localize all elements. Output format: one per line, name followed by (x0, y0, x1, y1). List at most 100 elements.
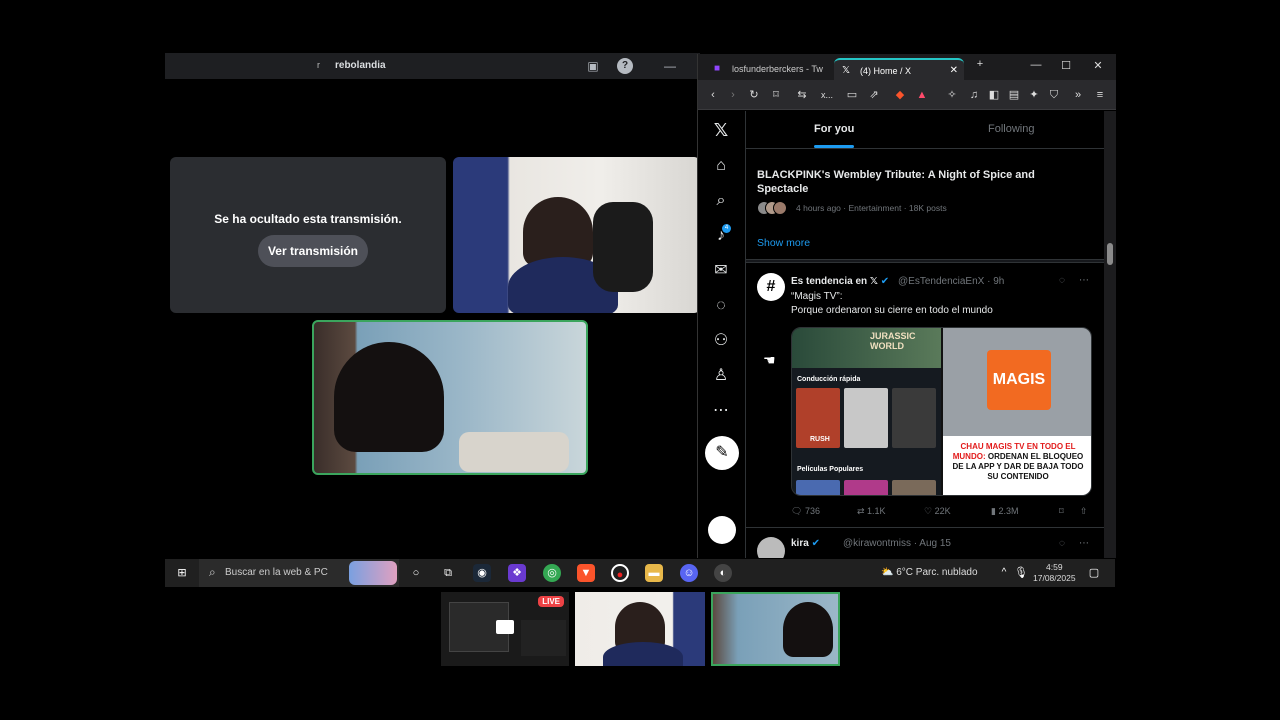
watch-stream-button[interactable]: Ver transmisión (258, 235, 368, 267)
bookmark-icon[interactable]: ⌑ (768, 87, 784, 103)
chrome-icon[interactable]: ◎ (543, 564, 561, 582)
show-more-link[interactable]: Show more (757, 237, 810, 249)
discord-icon[interactable]: ☺ (680, 564, 698, 582)
screen-share-icon[interactable]: ▣ (585, 58, 601, 74)
bookmark-tweet-icon[interactable]: ⌑ (1059, 506, 1064, 517)
post-button[interactable]: ✎ (705, 436, 739, 470)
verified-badge-icon: ✔ (880, 276, 890, 287)
communities-icon[interactable]: ⚇ (710, 330, 732, 352)
site-settings-icon[interactable]: ⇆ (794, 87, 810, 103)
tweet-author-name[interactable]: kira ✔ (791, 538, 820, 549)
file-explorer-icon[interactable]: ▬ (645, 564, 663, 582)
close-tab-icon[interactable]: ✕ (950, 60, 958, 80)
tweet-author-handle[interactable]: @kirawontmiss · Aug 15 (843, 538, 951, 549)
forward-icon[interactable]: › (725, 87, 741, 103)
back-icon[interactable]: ‹ (705, 87, 721, 103)
views-button[interactable]: ▮ 2.3M (991, 506, 1018, 517)
grok-explain-icon[interactable]: ◌ (1059, 538, 1065, 549)
movie-poster (844, 388, 888, 448)
windows-start-icon[interactable]: ⊞ (173, 564, 191, 582)
x-logo-icon[interactable]: 𝕏 (710, 119, 732, 141)
feed-tabs: For you Following (746, 111, 1104, 149)
account-avatar[interactable] (708, 516, 736, 544)
profile-icon[interactable]: ♙ (710, 365, 732, 387)
thumbnail-camera-user2[interactable] (711, 592, 840, 666)
like-count: 22K (934, 506, 951, 516)
obs-studio-icon[interactable]: ◐ (714, 564, 732, 582)
weather-widget[interactable]: ⛅ 6°C Parc. nublado (881, 567, 978, 578)
mouse-cursor-icon: ☚ (763, 352, 776, 368)
sidebar-icon[interactable]: ◧ (986, 87, 1002, 103)
help-icon[interactable]: ? (617, 58, 633, 74)
scrollbar-thumb[interactable] (1107, 243, 1113, 265)
vpn-icon[interactable]: ⛉ (1046, 87, 1062, 103)
author-name-text: Es tendencia en 𝕏 (791, 276, 878, 287)
grok-icon[interactable]: ◌ (710, 295, 732, 317)
tab-following[interactable]: Following (988, 123, 1034, 135)
extensions-icon[interactable]: ✧ (944, 87, 960, 103)
share-icon[interactable]: ⇗ (866, 87, 882, 103)
maximize-icon[interactable]: ☐ (1056, 59, 1076, 75)
movie-poster (844, 480, 888, 495)
task-view-icon[interactable]: ⧉ (439, 564, 457, 582)
more-tools-icon[interactable]: » (1070, 87, 1086, 103)
messages-icon[interactable]: ✉ (710, 260, 732, 282)
tab-for-you[interactable]: For you (814, 123, 854, 135)
tweet-author-avatar[interactable]: # (757, 273, 785, 301)
hidden-stream-tile: Se ha ocultado esta transmisión. Ver tra… (170, 157, 446, 313)
tweet-author-avatar[interactable] (757, 537, 785, 558)
brave-shields-icon[interactable]: ◆ (892, 87, 908, 103)
reply-count: 736 (804, 506, 820, 516)
bed-clothes (459, 432, 569, 472)
media-image-magis-news[interactable]: MAGIS CHAU MAGIS TV EN TODO EL MUNDO: OR… (943, 328, 1091, 495)
brave-icon[interactable]: ▼ (577, 564, 595, 582)
leo-ai-icon[interactable]: ✦ (1026, 87, 1042, 103)
search-icon: ⌕ (209, 565, 216, 579)
trend-title[interactable]: BLACKPINK's Wembley Tribute: A Night of … (757, 168, 1067, 196)
close-window-icon[interactable]: ✕ (1088, 59, 1108, 75)
movie-poster (892, 388, 936, 448)
fullscreen-icon[interactable] (496, 620, 514, 634)
repost-button[interactable]: ⇄ 1.1K (857, 506, 886, 517)
taskbar-search[interactable]: ⌕ Buscar en la web & PC (199, 559, 399, 587)
steam-icon[interactable]: ◉ (473, 564, 491, 582)
reload-icon[interactable]: ↻ (746, 87, 762, 103)
search-icon[interactable]: ⌕ (710, 190, 732, 212)
copilot-icon[interactable]: ❖ (508, 564, 526, 582)
microphone-icon[interactable]: 🎙 (1012, 564, 1030, 582)
tweet-media[interactable]: JURASSIC WORLD Conducción rápida RUSH Pe… (791, 327, 1092, 496)
share-tweet-icon[interactable]: ⇧ (1080, 506, 1088, 517)
notification-center-icon[interactable]: ▢ (1085, 564, 1103, 582)
thumbnail-screen-share[interactable]: LIVE (441, 592, 569, 666)
address-bar[interactable]: x... (816, 87, 838, 103)
thumbnail-camera-user1[interactable] (575, 592, 705, 666)
media-image-streaming-app[interactable]: JURASSIC WORLD Conducción rápida RUSH Pe… (792, 328, 941, 495)
menu-icon[interactable]: ≡ (1092, 87, 1108, 103)
minimize-icon[interactable]: — (662, 58, 678, 74)
tab-twitch[interactable]: ■ losfunderberckers - Tw (706, 58, 826, 80)
more-icon[interactable]: ⋯ (710, 400, 732, 422)
media-icon[interactable]: ♫ (966, 87, 982, 103)
minimize-icon[interactable]: — (1026, 59, 1046, 75)
obs-record-icon[interactable]: ● (611, 564, 629, 582)
grok-explain-icon[interactable]: ◌ (1059, 275, 1065, 286)
tweet-author-handle[interactable]: @EsTendenciaEnX · 9h (898, 276, 1004, 287)
page-scrollbar[interactable] (1104, 111, 1116, 558)
reply-button[interactable]: 🗨 736 (791, 506, 820, 517)
home-icon[interactable]: ⌂ (710, 155, 732, 177)
cortana-icon[interactable]: ○ (407, 564, 425, 582)
cast-icon[interactable]: ▭ (844, 87, 860, 103)
brave-rewards-icon[interactable]: ▲ (914, 87, 930, 103)
tweet-more-icon[interactable]: ⋯ (1079, 538, 1089, 549)
like-button[interactable]: ♡ 22K (924, 506, 951, 517)
camera-tile-user2[interactable] (312, 320, 588, 475)
show-hidden-icons-icon[interactable]: ^ (995, 564, 1013, 582)
clock[interactable]: 4:59 17/08/2025 (1033, 562, 1076, 584)
tweet-more-icon[interactable]: ⋯ (1079, 275, 1089, 286)
new-tab-icon[interactable]: + (970, 58, 990, 74)
camera-tile-user1[interactable] (453, 157, 700, 313)
tab-x-home[interactable]: 𝕏 (4) Home / X ✕ (834, 58, 964, 80)
author-name-text: kira (791, 538, 809, 549)
wallet-icon[interactable]: ▤ (1006, 87, 1022, 103)
tweet-author-name[interactable]: Es tendencia en 𝕏 ✔ (791, 276, 889, 287)
